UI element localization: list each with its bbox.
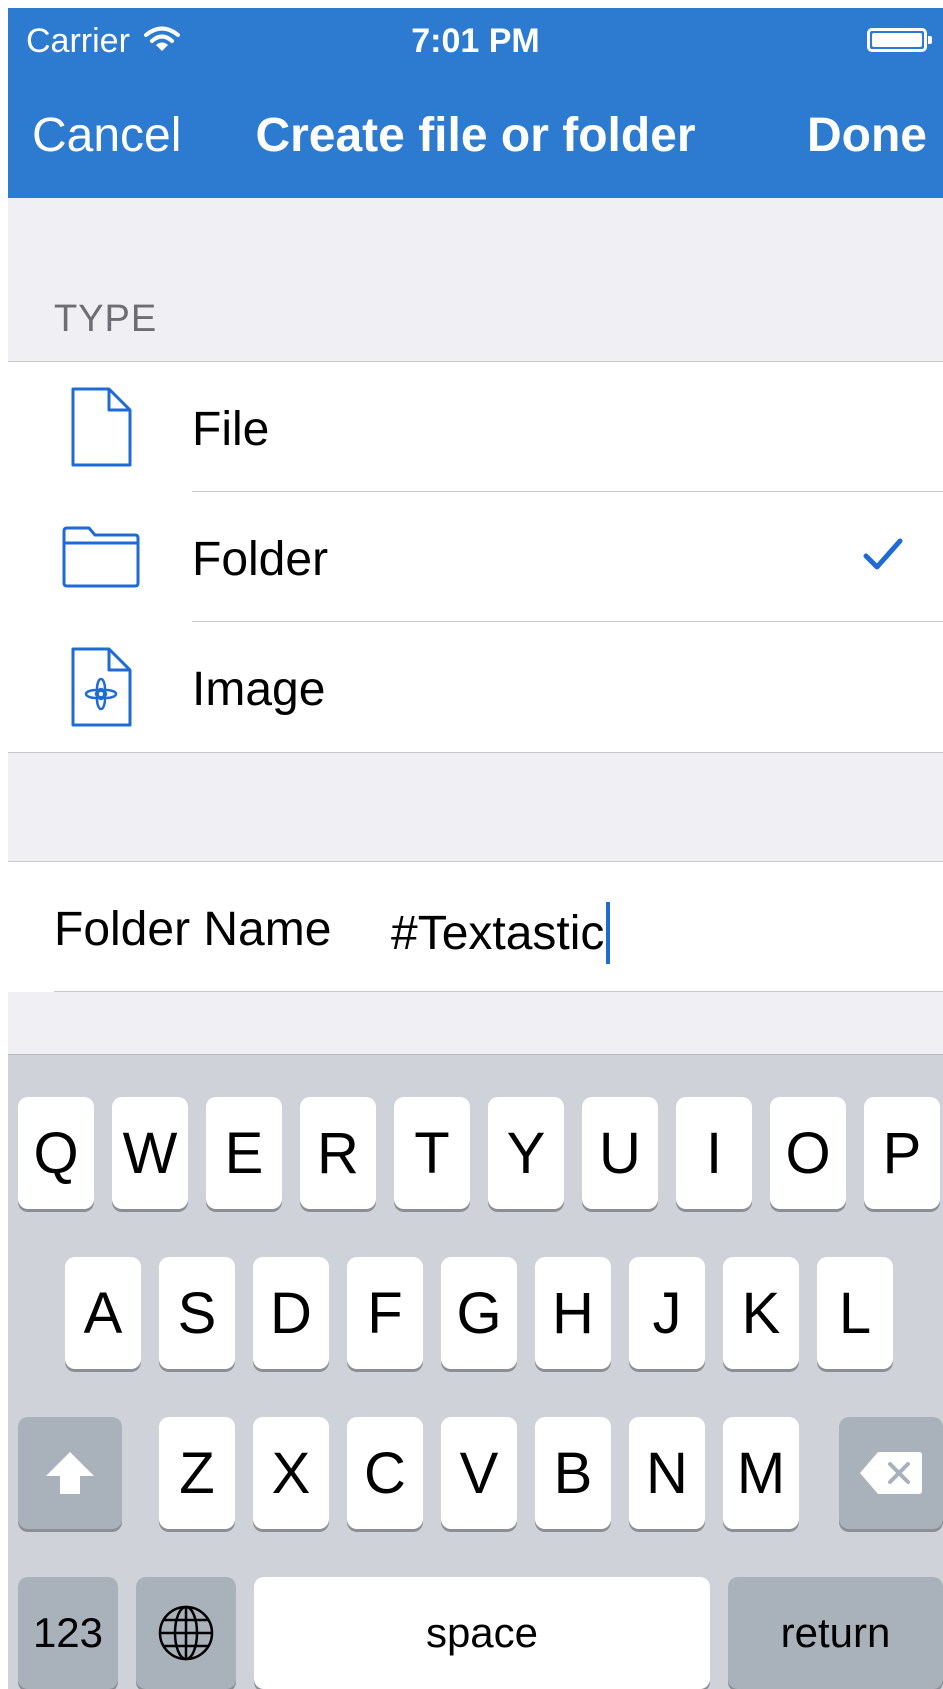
key-g[interactable]: G (441, 1257, 517, 1369)
key-r[interactable]: R (300, 1097, 376, 1209)
keyboard: Q W E R T Y U I O P A S D F G H J K L Z … (8, 1054, 943, 1689)
numbers-key[interactable]: 123 (18, 1577, 118, 1689)
key-l[interactable]: L (817, 1257, 893, 1369)
type-option-label: File (192, 403, 270, 456)
checkmark-icon (863, 537, 903, 576)
key-q[interactable]: Q (18, 1097, 94, 1209)
key-a[interactable]: A (65, 1257, 141, 1369)
key-v[interactable]: V (441, 1417, 517, 1529)
done-button[interactable]: Done (807, 108, 927, 163)
type-option-image[interactable]: Image (8, 622, 943, 752)
key-k[interactable]: K (723, 1257, 799, 1369)
type-list: File Folder Image (8, 361, 943, 753)
page-title: Create file or folder (255, 109, 696, 162)
type-option-label: Folder (192, 533, 329, 586)
screen: Carrier 7:01 PM Cancel Create file or fo… (8, 8, 943, 1689)
key-c[interactable]: C (347, 1417, 423, 1529)
key-e[interactable]: E (206, 1097, 282, 1209)
delete-key[interactable] (839, 1417, 943, 1529)
key-p[interactable]: P (864, 1097, 940, 1209)
shift-arrow-icon (46, 1452, 94, 1494)
key-o[interactable]: O (770, 1097, 846, 1209)
key-d[interactable]: D (253, 1257, 329, 1369)
key-u[interactable]: U (582, 1097, 658, 1209)
globe-key[interactable] (136, 1577, 236, 1689)
backspace-icon (860, 1452, 922, 1494)
globe-icon (158, 1605, 214, 1661)
type-option-file[interactable]: File (8, 362, 943, 492)
folder-icon (58, 514, 144, 600)
image-file-icon (58, 644, 144, 730)
key-s[interactable]: S (159, 1257, 235, 1369)
row-divider (54, 991, 943, 992)
key-j[interactable]: J (629, 1257, 705, 1369)
shift-key[interactable] (18, 1417, 122, 1529)
space-key[interactable]: space (254, 1577, 710, 1689)
folder-name-value: #Textastic (391, 906, 605, 960)
key-m[interactable]: M (723, 1417, 799, 1529)
key-h[interactable]: H (535, 1257, 611, 1369)
key-n[interactable]: N (629, 1417, 705, 1529)
status-time: 7:01 PM (411, 22, 540, 60)
file-icon (58, 384, 144, 470)
battery-icon (867, 28, 932, 52)
key-f[interactable]: F (347, 1257, 423, 1369)
key-b[interactable]: B (535, 1417, 611, 1529)
key-y[interactable]: Y (488, 1097, 564, 1209)
type-section-header: TYPE (54, 298, 158, 340)
folder-name-label: Folder Name (54, 903, 332, 956)
folder-name-input[interactable]: #Textastic (391, 902, 611, 964)
folder-name-field[interactable]: Folder Name #Textastic (8, 861, 943, 992)
key-w[interactable]: W (112, 1097, 188, 1209)
text-cursor (606, 902, 611, 964)
return-key[interactable]: return (728, 1577, 943, 1689)
key-t[interactable]: T (394, 1097, 470, 1209)
key-x[interactable]: X (253, 1417, 329, 1529)
type-option-label: Image (192, 663, 326, 716)
key-z[interactable]: Z (159, 1417, 235, 1529)
type-option-folder[interactable]: Folder (8, 492, 943, 622)
navigation-bar: Carrier 7:01 PM Cancel Create file or fo… (8, 8, 943, 198)
key-i[interactable]: I (676, 1097, 752, 1209)
